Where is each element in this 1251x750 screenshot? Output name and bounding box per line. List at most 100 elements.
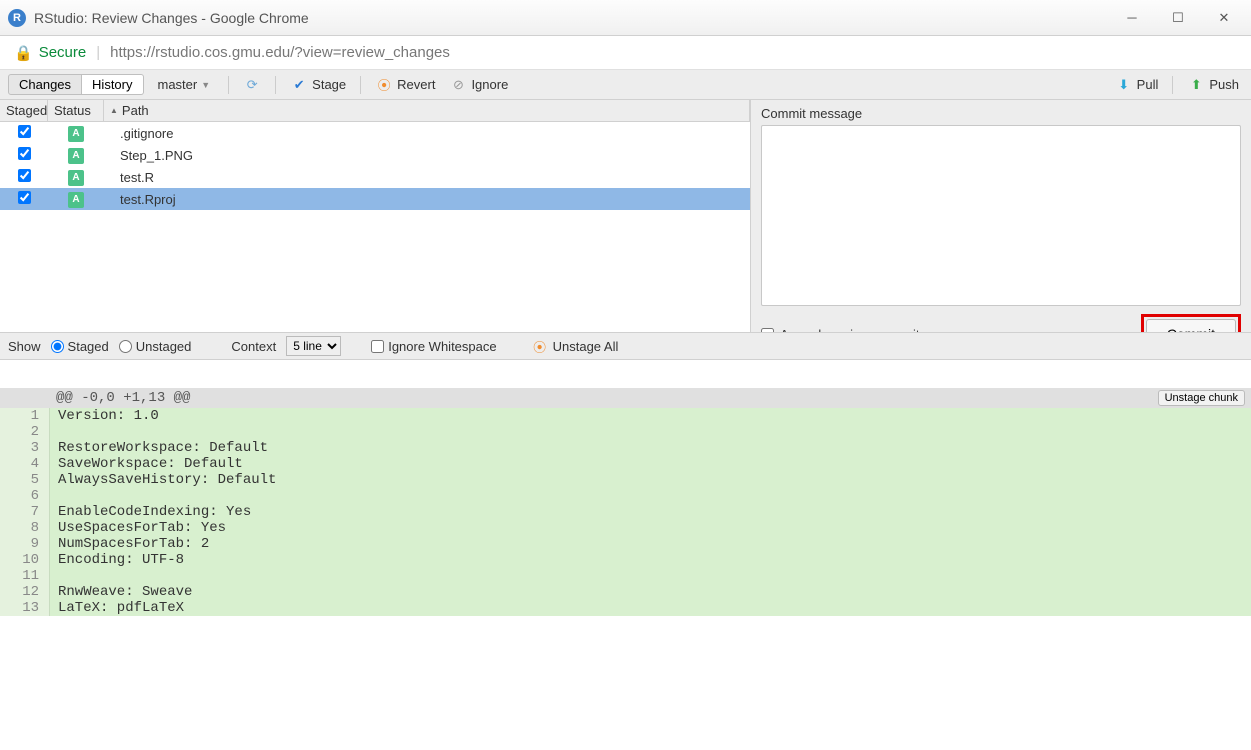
close-button[interactable]: ✕: [1215, 9, 1233, 27]
unstage-chunk-button[interactable]: Unstage chunk: [1158, 390, 1245, 406]
status-badge: A: [68, 148, 84, 164]
chevron-down-icon: ▼: [201, 80, 210, 90]
diff-line[interactable]: 12RnwWeave: Sweave: [0, 584, 1251, 600]
line-number: 1: [0, 408, 50, 424]
diff-line[interactable]: 8UseSpacesForTab: Yes: [0, 520, 1251, 536]
check-icon: ✔: [290, 76, 308, 94]
stage-button[interactable]: ✔ Stage: [286, 74, 350, 96]
window-titlebar: R RStudio: Review Changes - Google Chrom…: [0, 0, 1251, 36]
line-code: Encoding: UTF-8: [50, 552, 1251, 568]
file-row[interactable]: A.gitignore: [0, 122, 750, 144]
diff-line[interactable]: 3RestoreWorkspace: Default: [0, 440, 1251, 456]
line-number: 10: [0, 552, 50, 568]
push-icon: ⬆: [1187, 76, 1205, 94]
col-path[interactable]: ▲ Path: [104, 100, 750, 121]
line-number: 9: [0, 536, 50, 552]
file-path: test.Rproj: [104, 192, 750, 207]
diff-area: @@ -0,0 +1,13 @@ Unstage chunk 1Version:…: [0, 388, 1251, 750]
ignore-button[interactable]: ⊘ Ignore: [445, 74, 512, 96]
ignore-whitespace-check[interactable]: Ignore Whitespace: [371, 339, 496, 354]
staged-checkbox[interactable]: [18, 191, 31, 204]
line-code: [50, 568, 1251, 584]
show-staged-label: Staged: [68, 339, 109, 354]
ignore-whitespace-label: Ignore Whitespace: [388, 339, 496, 354]
show-unstaged-radio[interactable]: Unstaged: [119, 339, 192, 354]
status-badge: A: [68, 192, 84, 208]
maximize-button[interactable]: ☐: [1169, 9, 1187, 27]
hunk-range: @@ -0,0 +1,13 @@: [56, 390, 1158, 406]
diff-lines: 1Version: 1.023RestoreWorkspace: Default…: [0, 408, 1251, 616]
pull-icon: ⬇: [1115, 76, 1133, 94]
line-number: 7: [0, 504, 50, 520]
app-favicon: R: [8, 9, 26, 27]
commit-message-input[interactable]: [761, 125, 1241, 306]
staged-checkbox[interactable]: [18, 147, 31, 160]
divider: [228, 76, 229, 94]
line-code: NumSpacesForTab: 2: [50, 536, 1251, 552]
line-code: UseSpacesForTab: Yes: [50, 520, 1251, 536]
diff-line[interactable]: 4SaveWorkspace: Default: [0, 456, 1251, 472]
revert-button[interactable]: ⦿ Revert: [371, 74, 439, 96]
status-badge: A: [68, 126, 84, 142]
file-list: A.gitignoreAStep_1.PNGAtest.RAtest.Rproj: [0, 122, 750, 210]
revert-label: Revert: [397, 77, 435, 92]
line-number: 8: [0, 520, 50, 536]
show-unstaged-label: Unstaged: [136, 339, 192, 354]
line-code: RestoreWorkspace: Default: [50, 440, 1251, 456]
file-path: Step_1.PNG: [104, 148, 750, 163]
window-title: RStudio: Review Changes - Google Chrome: [34, 10, 1123, 26]
line-number: 6: [0, 488, 50, 504]
ignore-whitespace-input[interactable]: [371, 340, 384, 353]
line-number: 13: [0, 600, 50, 616]
context-select[interactable]: 5 line: [286, 336, 341, 356]
diff-line[interactable]: 13LaTeX: pdfLaTeX: [0, 600, 1251, 616]
file-row[interactable]: Atest.Rproj: [0, 188, 750, 210]
left-pane: Staged Status ▲ Path A.gitignoreAStep_1.…: [0, 100, 750, 360]
file-path: test.R: [104, 170, 750, 185]
refresh-button[interactable]: ⟳: [239, 74, 265, 96]
pull-label: Pull: [1137, 77, 1159, 92]
diff-line[interactable]: 9NumSpacesForTab: 2: [0, 536, 1251, 552]
diff-line[interactable]: 7EnableCodeIndexing: Yes: [0, 504, 1251, 520]
col-staged[interactable]: Staged: [0, 100, 48, 121]
line-code: Version: 1.0: [50, 408, 1251, 424]
file-row[interactable]: A Step_1.PNG: [0, 144, 750, 166]
diff-toolbar: Show Staged Unstaged Context 5 line Igno…: [0, 332, 1251, 360]
diff-line[interactable]: 1Version: 1.0: [0, 408, 1251, 424]
url-divider: |: [96, 44, 100, 61]
context-label: Context: [231, 339, 276, 354]
status-badge: A: [68, 170, 84, 186]
minimize-button[interactable]: ─: [1123, 9, 1141, 27]
stage-label: Stage: [312, 77, 346, 92]
push-label: Push: [1209, 77, 1239, 92]
file-row[interactable]: Atest.R: [0, 166, 750, 188]
line-number: 2: [0, 424, 50, 440]
revert-icon: ⦿: [375, 76, 393, 94]
diff-line[interactable]: 6: [0, 488, 1251, 504]
staged-checkbox[interactable]: [18, 169, 31, 182]
ignore-icon: ⊘: [449, 76, 467, 94]
branch-select[interactable]: master ▼: [150, 75, 219, 94]
line-code: [50, 488, 1251, 504]
pull-button[interactable]: ⬇ Pull: [1111, 74, 1163, 96]
diff-line[interactable]: 2: [0, 424, 1251, 440]
push-button[interactable]: ⬆ Push: [1183, 74, 1243, 96]
col-status[interactable]: Status: [48, 100, 104, 121]
show-staged-input[interactable]: [51, 340, 64, 353]
changes-tab[interactable]: Changes: [8, 74, 82, 95]
lock-icon: 🔒: [14, 44, 33, 62]
line-code: EnableCodeIndexing: Yes: [50, 504, 1251, 520]
col-path-label: Path: [122, 103, 149, 118]
show-staged-radio[interactable]: Staged: [51, 339, 109, 354]
show-unstaged-input[interactable]: [119, 340, 132, 353]
branch-name: master: [158, 77, 198, 92]
staged-checkbox[interactable]: [18, 125, 31, 138]
diff-line[interactable]: 5AlwaysSaveHistory: Default: [0, 472, 1251, 488]
url-text[interactable]: https://rstudio.cos.gmu.edu/?view=review…: [110, 44, 450, 61]
line-number: 3: [0, 440, 50, 456]
history-tab[interactable]: History: [82, 74, 143, 95]
diff-line[interactable]: 10Encoding: UTF-8: [0, 552, 1251, 568]
unstage-all-button[interactable]: ⦿ Unstage All: [527, 335, 623, 357]
review-toolbar: Changes History master ▼ ⟳ ✔ Stage ⦿ Rev…: [0, 70, 1251, 100]
diff-line[interactable]: 11: [0, 568, 1251, 584]
